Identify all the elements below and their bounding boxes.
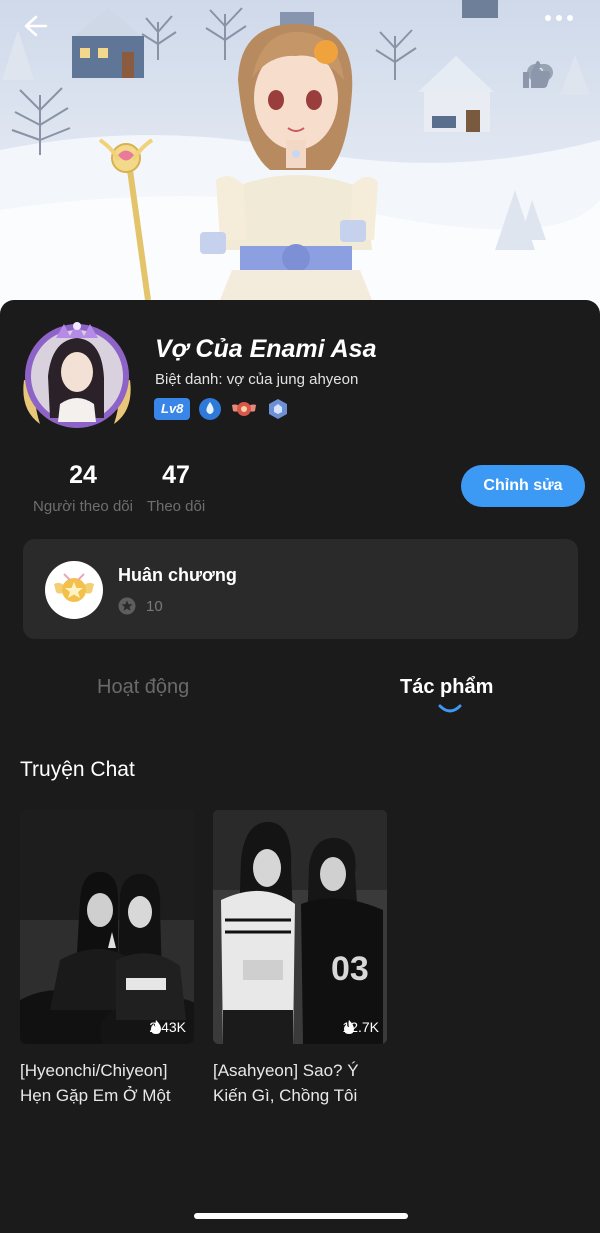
medal-count-row: 10 [118,597,163,615]
wings-badge-icon[interactable] [230,397,258,421]
profile-nickname: Biệt danh: vợ của jung ahyeon [155,371,359,388]
view-count: 2.43K [149,1019,186,1035]
work-title[interactable]: [Asahyeon] Sao? Ý Kiến Gì, Chồng Tôi [213,1058,387,1108]
medal-icon [45,561,103,619]
star-coin-icon [118,597,136,615]
following-stat[interactable]: 47 Theo dõi [142,461,210,515]
back-button[interactable] [22,14,62,50]
more-options-button[interactable] [544,14,584,50]
work-title[interactable]: [Hyeonchi/Chiyeon] Hẹn Gặp Em Ở Một [20,1058,194,1108]
like-button[interactable]: 2 [520,58,560,88]
shield-badge-icon[interactable] [266,397,290,421]
tab-activity[interactable]: Hoạt động [97,676,189,699]
avatar[interactable] [18,318,136,432]
fire-icon [344,1020,355,1034]
work-card[interactable]: 03 12.7K [Asahyeon] Sao? Ý Kiến Gì, Chồn… [213,810,387,1108]
medal-card[interactable]: Huân chương 10 [23,539,578,639]
medal-count: 10 [146,597,163,615]
following-label: Theo dõi [146,498,206,515]
back-arrow-icon [24,15,48,37]
fire-icon [151,1020,162,1034]
work-title-line: [Hyeonchi/Chiyeon] [20,1061,168,1080]
work-thumbnail[interactable]: 03 12.7K [213,810,387,1044]
followers-stat[interactable]: 24 Người theo dõi [28,461,138,515]
tab-works[interactable]: Tác phẩm [400,676,493,699]
followers-count: 24 [69,461,97,489]
profile-name: Vợ Của Enami Asa [155,335,377,363]
svg-text:03: 03 [331,950,369,988]
work-title-line: Hẹn Gặp Em Ở Một [20,1086,171,1105]
home-indicator [194,1213,408,1219]
edit-profile-button[interactable]: Chỉnh sửa [461,465,585,507]
work-thumbnail[interactable]: 2.43K [20,810,194,1044]
profile-banner: 2 [0,0,600,320]
section-title: Truyện Chat [20,758,135,781]
medal-emblem-icon [54,573,94,602]
active-tab-indicator [438,704,462,713]
work-title-line: Kiến Gì, Chồng Tôi [213,1086,358,1105]
medal-title: Huân chương [118,565,237,585]
water-drop-badge-icon[interactable] [198,397,222,421]
avatar-frame [23,322,131,428]
work-cover-photo [20,810,194,1044]
followers-label: Người theo dõi [33,498,133,515]
work-card[interactable]: 2.43K [Hyeonchi/Chiyeon] Hẹn Gặp Em Ở Mộ… [20,810,194,1108]
work-title-line: [Asahyeon] Sao? Ý [213,1061,359,1080]
level-badge[interactable]: Lv8 [154,398,191,420]
thumbs-up-icon [523,61,551,88]
view-count: 12.7K [342,1019,379,1035]
badge-row: Lv8 [154,397,290,421]
more-dots-icon [545,15,573,21]
work-cover-photo: 03 [213,810,387,1044]
winter-scene-illustration [0,0,600,320]
following-count: 47 [162,461,190,489]
